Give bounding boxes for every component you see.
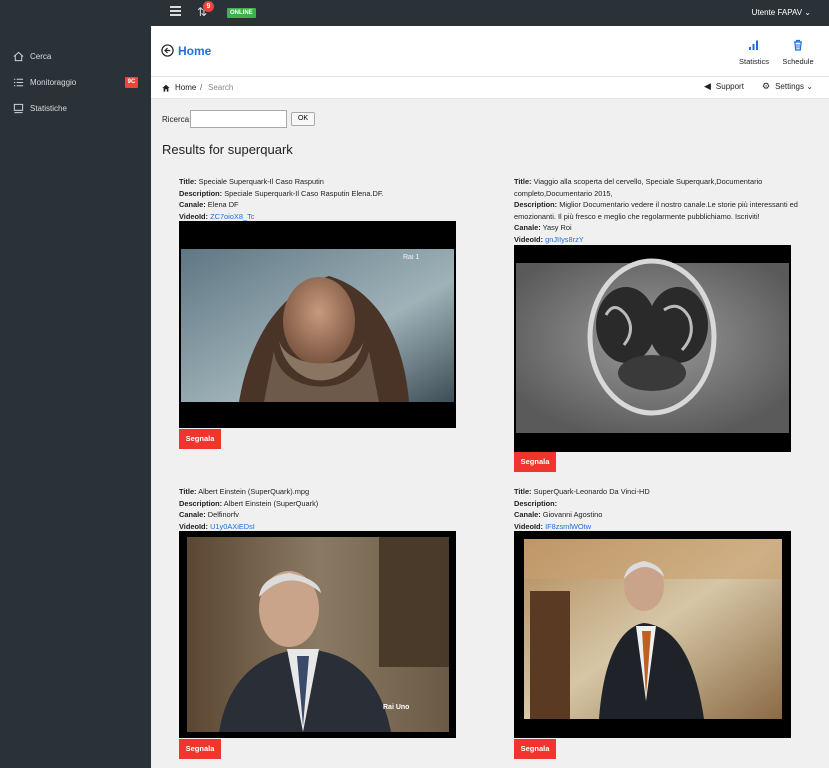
report-button[interactable]: Segnala: [514, 452, 556, 472]
ok-button[interactable]: OK: [291, 112, 315, 126]
breadcrumb: Home / Search ◀ Support ⚙ Settings ⌄: [151, 77, 829, 99]
count-badge: 9C: [125, 77, 138, 88]
video-id-link[interactable]: U1y0AXiEDsI: [210, 522, 255, 531]
result-card: Title: SuperQuark-Leonardo Da Vinci-HD D…: [514, 486, 799, 532]
video-id-link[interactable]: gnJIIys8rzY: [545, 235, 584, 244]
sidebar-item-label: Monitoraggio: [30, 78, 77, 87]
title-label: Title:: [514, 177, 532, 186]
breadcrumb-home-link[interactable]: Home: [175, 83, 196, 92]
channel-watermark: Rai Uno: [383, 704, 410, 711]
result-description: Miglior Documentario vedere il nostro ca…: [514, 200, 798, 221]
hamburger-menu-icon[interactable]: [170, 6, 181, 18]
result-channel: Yasy Roi: [542, 223, 572, 232]
video-thumbnail[interactable]: Rai Uno: [179, 531, 456, 738]
result-channel: Elena DF: [207, 200, 239, 209]
top-bar: ⇅ 9 ONLINE Utente FAPAV ⌄: [0, 0, 829, 26]
report-button[interactable]: Segnala: [514, 739, 556, 759]
title-label: Title:: [179, 487, 197, 496]
video-id-label: VideoId:: [514, 234, 544, 244]
channel-watermark: Rai 1: [403, 254, 420, 261]
description-label: Description:: [514, 498, 558, 508]
breadcrumb-separator: /: [200, 83, 203, 92]
statistics-label: Statistics: [738, 57, 769, 66]
settings-menu[interactable]: ⚙ Settings ⌄: [762, 82, 813, 92]
sidebar-item-statistiche[interactable]: Statistiche: [0, 100, 151, 120]
result-meta: Title: Speciale Superquark-Il Caso Raspu…: [179, 176, 464, 222]
home-icon: [12, 51, 24, 63]
sidebar-item-label: Statistiche: [30, 104, 67, 113]
result-card: Title: Speciale Superquark-Il Caso Raspu…: [179, 176, 464, 222]
channel-label: Canale:: [179, 200, 206, 209]
title-label: Title:: [179, 177, 197, 186]
search-input[interactable]: [190, 110, 287, 128]
result-channel: Giovanni Agostino: [542, 510, 603, 519]
result-description: Speciale Superquark-Il Caso Rasputin Ele…: [224, 188, 384, 198]
support-label: Support: [715, 82, 744, 91]
page-title[interactable]: Home: [178, 44, 211, 58]
schedule-label: Schedule: [782, 57, 814, 66]
gear-icon: ⚙: [762, 82, 771, 92]
bar-chart-icon: [749, 40, 758, 50]
schedule-button[interactable]: Schedule: [778, 39, 818, 66]
result-channel: Delfinorfv: [207, 510, 239, 519]
sidebar: Cerca Monitoraggio 9C Statistiche: [0, 26, 151, 768]
video-id-label: VideoId:: [179, 521, 209, 531]
result-description: Albert Einstein (SuperQuark): [223, 498, 319, 508]
result-meta: Title: Albert Einstein (SuperQuark).mpg …: [179, 486, 464, 532]
report-button[interactable]: Segnala: [179, 429, 221, 449]
channel-label: Canale:: [514, 223, 541, 232]
trash-icon: [794, 39, 802, 51]
search-label: Ricerca:: [162, 115, 192, 124]
back-arrow-icon[interactable]: [161, 44, 174, 57]
result-card: Title: Albert Einstein (SuperQuark).mpg …: [179, 486, 464, 532]
sidebar-item-cerca[interactable]: Cerca: [0, 48, 151, 68]
result-title: Albert Einstein (SuperQuark).mpg: [198, 487, 310, 496]
monitor-icon: [12, 103, 24, 115]
result-meta: Title: SuperQuark-Leonardo Da Vinci-HD D…: [514, 486, 799, 532]
megaphone-icon: ◀: [704, 82, 711, 92]
video-thumbnail[interactable]: [514, 531, 791, 738]
online-status-badge: ONLINE: [227, 8, 256, 18]
sidebar-item-monitoraggio[interactable]: Monitoraggio 9C: [0, 74, 151, 94]
notification-badge: 9: [203, 1, 214, 12]
user-menu[interactable]: Utente FAPAV ⌄: [752, 8, 811, 17]
result-title: Speciale Superquark-Il Caso Rasputin: [198, 177, 324, 186]
results-heading: Results for superquark: [162, 142, 293, 157]
video-id-link[interactable]: IF8zsmlWOtw: [545, 522, 591, 531]
settings-label: Settings ⌄: [775, 82, 813, 91]
breadcrumb-current: Search: [208, 83, 234, 92]
video-thumbnail[interactable]: Rai 1: [179, 221, 456, 428]
support-button[interactable]: ◀ Support: [704, 82, 744, 92]
result-title: SuperQuark-Leonardo Da Vinci-HD: [533, 487, 650, 496]
description-label: Description:: [179, 498, 223, 508]
result-card: Title: Viaggio alla scoperta del cervell…: [514, 176, 804, 245]
description-label: Description:: [179, 188, 223, 198]
sidebar-item-label: Cerca: [30, 52, 52, 61]
result-title: Viaggio alla scoperta del cervello, Spec…: [514, 177, 763, 198]
video-id-link[interactable]: ZC7oioX8_Tc: [210, 212, 254, 221]
video-id-label: VideoId:: [179, 211, 209, 221]
description-label: Description:: [514, 200, 558, 209]
list-icon: [12, 77, 24, 89]
video-thumbnail[interactable]: [514, 245, 791, 452]
channel-label: Canale:: [179, 510, 206, 519]
statistics-button[interactable]: Statistics: [734, 39, 774, 66]
title-label: Title:: [514, 487, 532, 496]
channel-label: Canale:: [514, 510, 541, 519]
page-header: Home Statistics Schedule: [151, 26, 829, 77]
home-icon[interactable]: [162, 84, 170, 92]
result-meta: Title: Viaggio alla scoperta del cervell…: [514, 176, 804, 245]
video-id-label: VideoId:: [514, 521, 544, 531]
report-button[interactable]: Segnala: [179, 739, 221, 759]
